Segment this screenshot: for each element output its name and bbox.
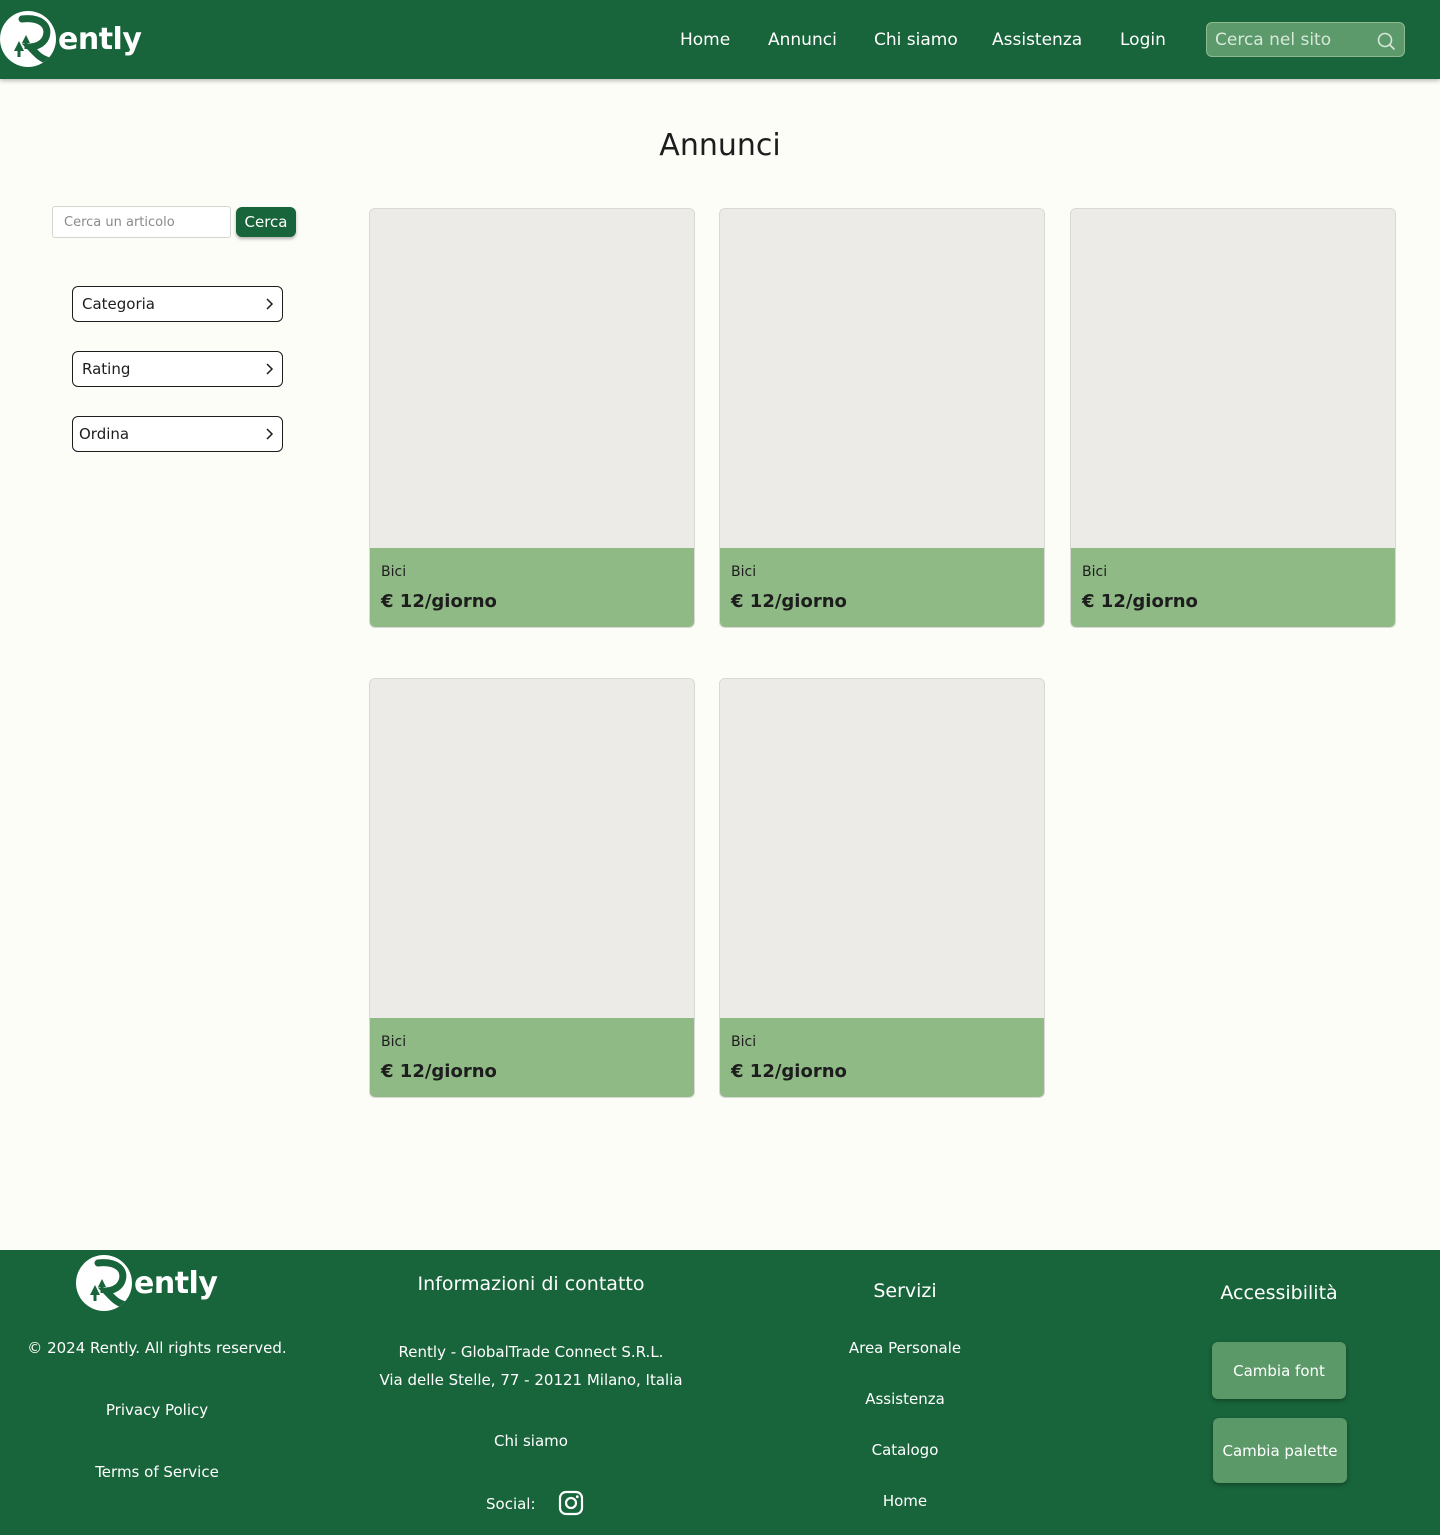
- listing-card[interactable]: Bici € 12/giorno: [1070, 208, 1396, 628]
- chevron-right-icon: [266, 363, 274, 375]
- company-address: Via delle Stelle, 77 - 20121 Milano, Ita…: [379, 1371, 683, 1389]
- listing-price: € 12/giorno: [731, 591, 847, 612]
- listing-price: € 12/giorno: [381, 1061, 497, 1082]
- logo-text: ently: [58, 21, 142, 57]
- search-icon[interactable]: [1376, 31, 1396, 51]
- nav-annunci[interactable]: Annunci: [768, 30, 837, 50]
- footer-logo[interactable]: ently: [76, 1255, 218, 1311]
- chevron-right-icon: [266, 428, 274, 440]
- service-catalogo[interactable]: Catalogo: [872, 1441, 939, 1459]
- listing-info: Bici € 12/giorno: [370, 1018, 694, 1097]
- instagram-icon[interactable]: [558, 1490, 584, 1516]
- listing-category: Bici: [731, 564, 757, 580]
- listing-image: [370, 209, 694, 548]
- logo-mark-icon: [76, 1255, 132, 1311]
- filter-label: Categoria: [82, 295, 156, 313]
- services-heading: Servizi: [873, 1280, 937, 1302]
- site-footer: ently © 2024 Rently. All rights reserved…: [0, 1250, 1440, 1535]
- social-label: Social:: [486, 1495, 536, 1513]
- contact-heading: Informazioni di contatto: [417, 1273, 645, 1295]
- rently-logo[interactable]: ently: [0, 11, 142, 67]
- site-search-input[interactable]: [1207, 23, 1372, 56]
- filter-ordina[interactable]: Ordina: [72, 416, 283, 452]
- listing-info: Bici € 12/giorno: [720, 1018, 1044, 1097]
- nav-chi-siamo[interactable]: Chi siamo: [874, 30, 958, 50]
- listing-price: € 12/giorno: [1082, 591, 1198, 612]
- about-link[interactable]: Chi siamo: [494, 1432, 568, 1450]
- listing-image: [720, 679, 1044, 1018]
- listing-card[interactable]: Bici € 12/giorno: [719, 208, 1045, 628]
- listing-card[interactable]: Bici € 12/giorno: [719, 678, 1045, 1098]
- logo-text: ently: [134, 1265, 218, 1301]
- filter-categoria[interactable]: Categoria: [72, 286, 283, 322]
- listing-price: € 12/giorno: [731, 1061, 847, 1082]
- service-assistenza[interactable]: Assistenza: [865, 1390, 945, 1408]
- listing-category: Bici: [731, 1034, 757, 1050]
- listing-category: Bici: [1082, 564, 1108, 580]
- company-name: Rently - GlobalTrade Connect S.R.L.: [398, 1343, 664, 1361]
- listing-card[interactable]: Bici € 12/giorno: [369, 678, 695, 1098]
- listing-info: Bici € 12/giorno: [720, 548, 1044, 627]
- site-header: ently Home Annunci Chi siamo Assistenza …: [0, 0, 1440, 79]
- listing-category: Bici: [381, 1034, 407, 1050]
- page-title: Annunci: [659, 128, 781, 163]
- filter-rating[interactable]: Rating: [72, 351, 283, 387]
- nav-login[interactable]: Login: [1120, 30, 1166, 50]
- privacy-policy-link[interactable]: Privacy Policy: [106, 1401, 208, 1419]
- listing-image: [720, 209, 1044, 548]
- service-home[interactable]: Home: [883, 1492, 927, 1510]
- chevron-right-icon: [266, 298, 274, 310]
- listing-category: Bici: [381, 564, 407, 580]
- copyright: © 2024 Rently. All rights reserved.: [27, 1339, 287, 1357]
- nav-assistenza[interactable]: Assistenza: [992, 30, 1082, 50]
- article-search-input[interactable]: [52, 206, 231, 238]
- filter-label: Rating: [82, 360, 131, 378]
- listing-info: Bici € 12/giorno: [1071, 548, 1395, 627]
- site-search-box: [1206, 22, 1405, 57]
- listing-image: [1071, 209, 1395, 548]
- listing-image: [370, 679, 694, 1018]
- terms-link[interactable]: Terms of Service: [95, 1463, 219, 1481]
- filter-label: Ordina: [79, 425, 130, 443]
- accessibility-heading: Accessibilità: [1220, 1282, 1338, 1304]
- listing-info: Bici € 12/giorno: [370, 548, 694, 627]
- logo-mark-icon: [0, 11, 56, 67]
- change-font-button[interactable]: Cambia font: [1212, 1342, 1346, 1399]
- listing-card[interactable]: Bici € 12/giorno: [369, 208, 695, 628]
- service-area-personale[interactable]: Area Personale: [849, 1339, 961, 1357]
- article-search-button[interactable]: Cerca: [236, 207, 296, 237]
- change-palette-button[interactable]: Cambia palette: [1213, 1418, 1347, 1483]
- nav-home[interactable]: Home: [680, 30, 730, 50]
- listing-price: € 12/giorno: [381, 591, 497, 612]
